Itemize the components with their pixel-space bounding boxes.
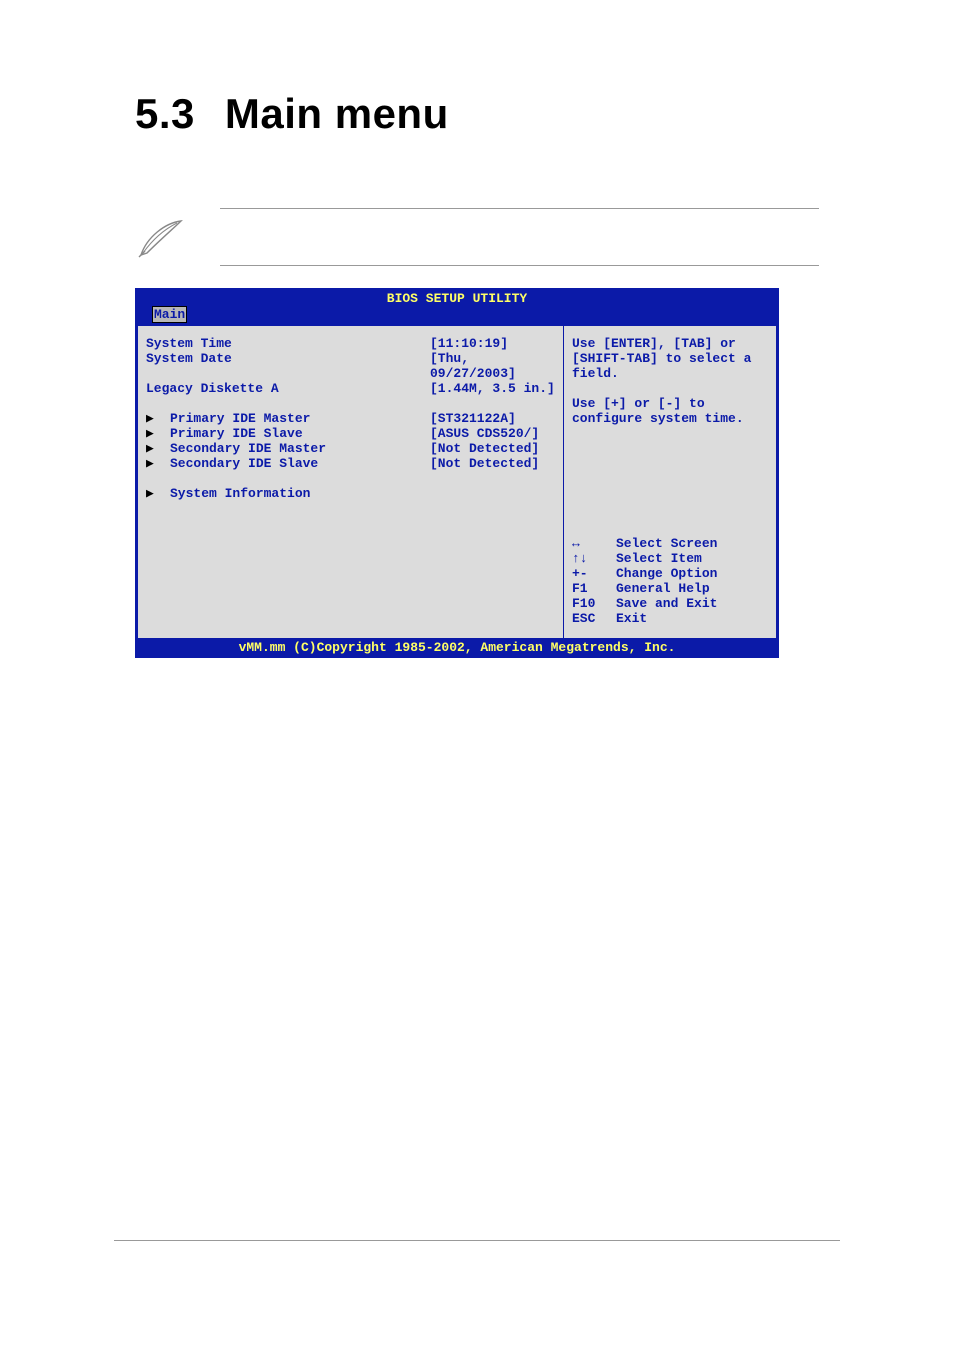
nav-label: Save and Exit	[616, 596, 717, 611]
nav-row: ESCExit	[572, 611, 768, 626]
value: [1.44M, 3.5 in.]	[430, 381, 555, 396]
quill-icon	[135, 217, 185, 266]
row-system-information[interactable]: ▶ System Information	[146, 486, 555, 501]
nav-row: F1General Help	[572, 581, 768, 596]
nav-key: ↔	[572, 536, 616, 551]
label: Secondary IDE Master	[170, 441, 430, 456]
nav-key: ESC	[572, 611, 616, 626]
bios-help-pane: Use [ENTER], [TAB] or [SHIFT-TAB] to sel…	[563, 325, 777, 639]
triangle-right-icon: ▶	[146, 456, 170, 471]
nav-label: Exit	[616, 611, 647, 626]
value: [Not Detected]	[430, 441, 539, 456]
row-secondary-ide-slave[interactable]: ▶ Secondary IDE Slave [Not Detected]	[146, 456, 555, 471]
nav-label: Select Item	[616, 551, 702, 566]
footer-rule	[114, 1240, 840, 1241]
row-system-date[interactable]: System Date [Thu, 09/27/2003]	[146, 351, 555, 381]
bios-tab-main[interactable]: Main	[152, 306, 187, 323]
label: Primary IDE Slave	[170, 426, 430, 441]
nav-label: General Help	[616, 581, 710, 596]
value: [ST321122A]	[430, 411, 516, 426]
label: Primary IDE Master	[170, 411, 430, 426]
label: System Time	[146, 336, 430, 351]
label: Secondary IDE Slave	[170, 456, 430, 471]
nav-key: +-	[572, 566, 616, 581]
row-system-time[interactable]: System Time [11:10:19]	[146, 336, 555, 351]
nav-row: +-Change Option	[572, 566, 768, 581]
heading-title: Main menu	[225, 90, 449, 137]
triangle-right-icon: ▶	[146, 441, 170, 456]
label: System Date	[146, 351, 430, 381]
help-line: configure system time.	[572, 411, 768, 426]
row-legacy-diskette[interactable]: Legacy Diskette A [1.44M, 3.5 in.]	[146, 381, 555, 396]
row-primary-ide-master[interactable]: ▶ Primary IDE Master [ST321122A]	[146, 411, 555, 426]
triangle-right-icon: ▶	[146, 426, 170, 441]
value: [ASUS CDS520/]	[430, 426, 539, 441]
triangle-right-icon: ▶	[146, 411, 170, 426]
nav-key: F10	[572, 596, 616, 611]
note-block	[220, 208, 819, 266]
nav-label: Change Option	[616, 566, 717, 581]
nav-row: ↔Select Screen	[572, 536, 768, 551]
row-secondary-ide-master[interactable]: ▶ Secondary IDE Master [Not Detected]	[146, 441, 555, 456]
nav-key: F1	[572, 581, 616, 596]
bios-tab-bar: Main	[137, 307, 777, 325]
page-heading: 5.3 Main menu	[135, 90, 819, 138]
triangle-right-icon: ▶	[146, 486, 170, 501]
nav-row: ↑↓Select Item	[572, 551, 768, 566]
value: [Thu, 09/27/2003]	[430, 351, 555, 381]
help-line: [SHIFT-TAB] to select a	[572, 351, 768, 366]
help-line: field.	[572, 366, 768, 381]
bios-panel: BIOS SETUP UTILITY Main System Time [11:…	[135, 288, 779, 658]
value: [Not Detected]	[430, 456, 539, 471]
row-primary-ide-slave[interactable]: ▶ Primary IDE Slave [ASUS CDS520/]	[146, 426, 555, 441]
bios-title: BIOS SETUP UTILITY	[137, 290, 777, 307]
value: [11:10:19]	[430, 336, 508, 351]
nav-label: Select Screen	[616, 536, 717, 551]
label: System Information	[170, 486, 430, 501]
nav-row: F10Save and Exit	[572, 596, 768, 611]
bios-main-pane: System Time [11:10:19] System Date [Thu,…	[137, 325, 563, 639]
nav-key: ↑↓	[572, 551, 616, 566]
help-line: Use [ENTER], [TAB] or	[572, 336, 768, 351]
label: Legacy Diskette A	[146, 381, 430, 396]
bios-nav-legend: ↔Select Screen ↑↓Select Item +-Change Op…	[572, 536, 768, 626]
heading-number: 5.3	[135, 90, 195, 137]
bios-footer: vMM.mm (C)Copyright 1985-2002, American …	[137, 639, 777, 656]
help-line: Use [+] or [-] to	[572, 396, 768, 411]
